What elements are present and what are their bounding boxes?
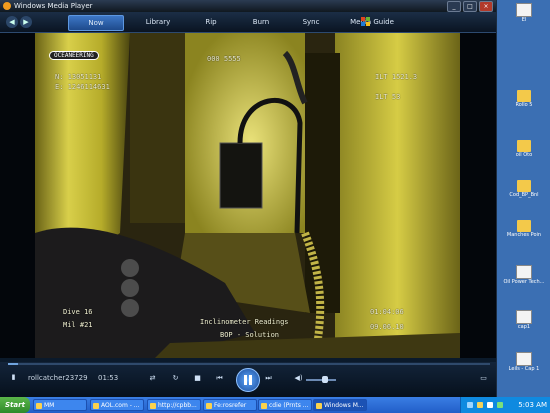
taskbar-app-icon [93,403,99,409]
tab-sync[interactable]: Sync [290,15,332,29]
taskbar-button-label: MM [44,402,55,409]
folder-icon [517,180,531,192]
system-tray: 5:03 AM [460,397,550,413]
taskbar-app-icon [206,403,212,409]
overlay-date: 09.06.10 [370,323,404,331]
desktop-icon[interactable]: Leils - Cap 1 [502,352,546,372]
overlay-company-tag: OCEANEERING [49,51,99,60]
start-button[interactable]: Start [0,397,30,413]
tray-network-icon[interactable] [467,402,473,408]
overlay-right-2: ILT 53 [375,93,401,101]
tab-now-playing[interactable]: Now Playing [68,15,124,41]
document-icon [516,265,532,279]
maximize-button[interactable]: □ [463,1,477,12]
tab-media-guide[interactable]: Media Guide [340,15,404,29]
taskbar-button[interactable]: Fe:rosrefer [203,399,257,411]
document-icon [516,352,532,366]
desktop-icon[interactable]: El [502,3,546,23]
taskbar-clock: 5:03 AM [518,401,547,409]
taskbar-button[interactable]: cdie (Prnts ... [258,399,312,411]
desktop-icon[interactable]: Rollo 5 [502,90,546,108]
desktop-icon-label: El [521,17,527,23]
tray-security-icon[interactable] [477,402,483,408]
video-display[interactable]: OCEANEERING N: 13051131 E: 1246114631 00… [35,33,460,358]
taskbar-button[interactable]: http://cpbb... [147,399,201,411]
video-letterbox-right [460,33,496,358]
desktop-icon[interactable]: Cod_BP_Bnl [502,180,546,198]
folder-icon [517,90,531,102]
taskbar-button-label: Fe:rosrefer [214,402,247,409]
desktop-icon[interactable]: Manches Poin [502,220,546,238]
overlay-right-1: ILT 1521.3 [375,73,418,81]
taskbar-button-label: http://cpbb... [158,402,197,409]
taskbar: Start MM AOL.com - ... http://cpbb... Fe:ro… [0,397,550,413]
desktop-icon-label: Rollo 5 [515,102,533,108]
windows-flag-icon [361,17,370,26]
forward-button[interactable]: ▶ [20,16,32,28]
tab-burn[interactable]: Burn [240,15,282,29]
folder-icon [517,220,531,232]
desktop-icon-label: cap1 [517,324,531,330]
desktop-icon[interactable]: oil Oto [502,140,546,158]
overlay-coords-1: N: 13051131 [55,73,102,81]
elapsed-time: 01:53 [98,374,119,382]
shuffle-icon[interactable]: ⇄ [147,373,158,384]
stop-button[interactable]: ■ [192,373,203,384]
desktop-icon[interactable]: Oil Power Tech... [502,265,546,285]
next-button[interactable]: ⏭ [263,373,274,384]
taskbar-app-icon [316,403,322,409]
tab-library[interactable]: Library [134,15,182,29]
current-file-name: rollcatcher23729 [28,374,88,382]
volume-icon[interactable]: ◀) [293,373,304,384]
switch-to-compact-icon[interactable]: ▭ [478,373,489,384]
taskbar-button[interactable]: MM [33,399,87,411]
video-letterbox-left [0,33,35,358]
media-file-icon: ▮ [11,373,16,381]
desktop-icon-label: oil Oto [515,152,533,158]
volume-knob[interactable] [321,376,328,383]
volume-slider[interactable] [306,376,336,383]
media-player-window: Windows Media Player _ □ × ◀ ▶ Now Playi… [0,0,497,397]
back-button[interactable]: ◀ [6,16,18,28]
overlay-coords-2: E: 1246114631 [55,83,110,91]
nav-bar: ◀ ▶ Now Playing Library Rip Burn Sync Me… [0,12,496,41]
close-button[interactable]: × [479,1,493,12]
overlay-caption-2: BOP - Solution [220,331,280,339]
desktop-icon[interactable]: cap1 [502,310,546,330]
document-icon [516,310,532,324]
taskbar-app-icon [150,403,156,409]
taskbar-app-icon [261,403,267,409]
taskbar-button[interactable]: AOL.com - ... [90,399,144,411]
minimize-button[interactable]: _ [447,1,461,12]
taskbar-button-label: cdie (Prnts ... [269,402,309,409]
document-icon [516,3,532,17]
overlay-caption-1: Inclinometer Readings [200,318,289,326]
tab-rip[interactable]: Rip [190,15,232,29]
folder-icon [517,140,531,152]
play-pause-button[interactable] [236,368,260,392]
taskbar-button[interactable]: Windows M... [313,399,367,411]
desktop-icon-label: Manches Poin [506,232,542,238]
desktop-icon-label: Leils - Cap 1 [508,366,540,372]
title-bar: Windows Media Player _ □ × [0,0,496,12]
seek-bar[interactable] [8,363,490,365]
pause-icon [244,375,252,385]
overlay-time: 01:04:06 [370,308,404,316]
desktop-icon-label: Oil Power Tech... [503,279,545,285]
overlay-bottom-left-1: Dive 16 [63,308,93,316]
media-player-logo-icon [3,2,11,10]
tray-volume-icon[interactable] [487,402,493,408]
repeat-icon[interactable]: ↻ [170,373,181,384]
taskbar-app-icon [36,403,42,409]
window-title: Windows Media Player [14,2,93,10]
desktop-icon-label: Cod_BP_Bnl [509,192,539,198]
seek-progress [8,363,18,365]
taskbar-button-label: AOL.com - ... [101,402,140,409]
taskbar-button-label: Windows M... [324,402,364,409]
overlay-bottom-left-2: Mil #21 [63,321,93,329]
overlay-top-code: 000 5555 [207,55,241,63]
previous-button[interactable]: ⏮ [214,373,225,384]
tray-update-icon[interactable] [497,402,503,408]
